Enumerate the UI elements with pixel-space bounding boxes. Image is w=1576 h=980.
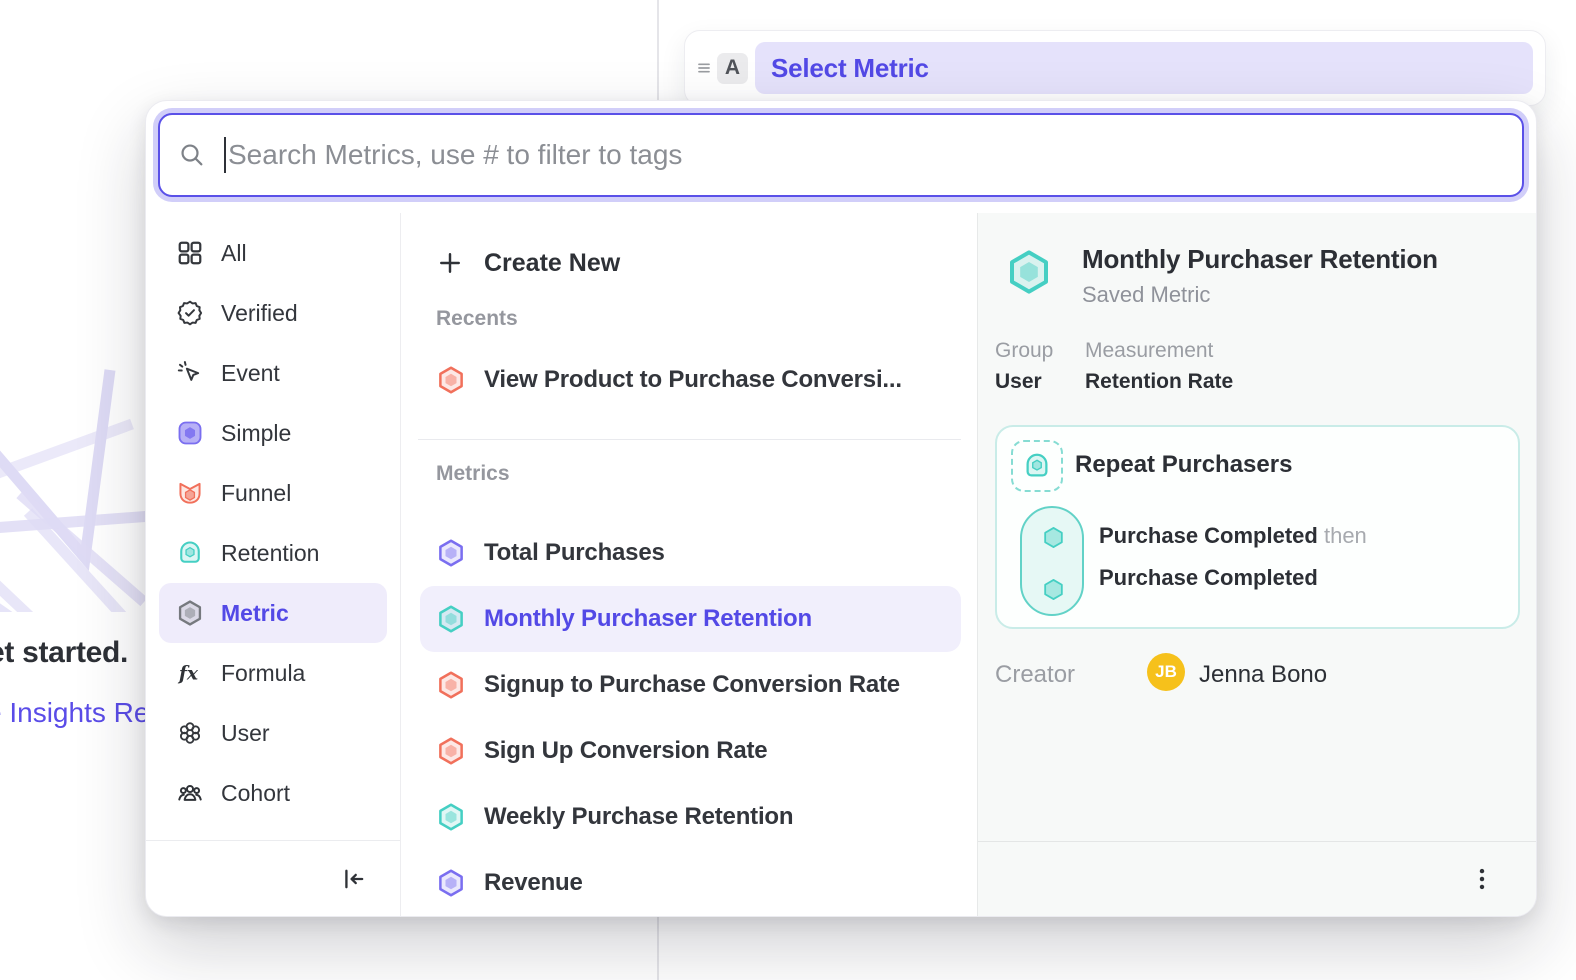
event-cursor-icon [176,359,204,387]
search-input[interactable] [228,139,1504,171]
metric-row-card: A Select Metric [684,30,1546,106]
hexagon-teal-icon [1040,524,1067,551]
plus-icon [436,249,464,277]
step-event-name: Purchase Completed [1099,523,1318,548]
group-label: Group [995,339,1053,363]
list-divider [418,439,961,440]
select-metric-dropdown[interactable]: Select Metric [755,42,1533,94]
detail-subtitle: Saved Metric [1082,282,1210,308]
retention-step-icon-box [1011,440,1063,492]
collapse-left-icon [340,865,368,893]
sidebar-item-label: Event [221,360,280,387]
sidebar-item-label: Retention [221,540,319,567]
sidebar-item-event[interactable]: Event [159,343,387,403]
creator-label: Creator [995,661,1075,689]
hexagon-teal-icon [1040,576,1067,603]
metric-list-item[interactable]: Total Purchases [420,520,961,586]
sidebar-item-label: Formula [221,660,305,687]
group-value: User [995,370,1042,394]
create-new-button[interactable]: Create New [401,239,977,287]
hexagon-coral-icon [436,365,466,395]
sidebar-item-funnel[interactable]: Funnel [159,463,387,523]
row-letter-badge: A [717,53,748,84]
sidebar-item-label: Cohort [221,780,290,807]
recent-item-label: View Product to Purchase Conversi... [484,366,902,394]
sidebar-item-label: Funnel [221,480,291,507]
step-connector: then [1324,523,1367,548]
recents-section-label: Recents [436,307,977,331]
sidebar-item-metric[interactable]: Metric [159,583,387,643]
recent-item[interactable]: View Product to Purchase Conversi... [420,347,961,413]
creator-name: Jenna Bono [1199,661,1327,689]
metric-list-item[interactable]: Signup to Purchase Conversion Rate [420,652,961,718]
hexagon-purple-icon [436,868,466,898]
simple-metric-icon [176,419,204,447]
category-sidebar: All Verified Event Simple Funnel [146,213,401,916]
sidebar-item-label: Simple [221,420,291,447]
text-cursor [224,137,226,173]
sidebar-item-label: Metric [221,600,289,627]
detail-panel-footer [978,841,1536,916]
sidebar-item-all[interactable]: All [159,223,387,283]
drag-handle-icon[interactable] [693,57,715,79]
sidebar-item-cohort[interactable]: Cohort [159,763,387,823]
sidebar-item-label: All [221,240,247,267]
search-bar[interactable] [158,113,1524,197]
metric-list-item[interactable]: Revenue [420,850,961,916]
measurement-label: Measurement [1085,339,1213,363]
kebab-menu-icon [1468,865,1496,893]
sidebar-item-label: User [221,720,270,747]
sidebar-item-retention[interactable]: Retention [159,523,387,583]
sidebar-item-label: Verified [221,300,298,327]
metric-item-label: Monthly Purchaser Retention [484,605,812,633]
verified-badge-icon [176,299,204,327]
metric-detail-panel: Monthly Purchaser Retention Saved Metric… [977,213,1536,916]
sidebar-item-verified[interactable]: Verified [159,283,387,343]
collapse-sidebar-button[interactable] [334,859,374,899]
metrics-section-label: Metrics [436,462,977,486]
grid-icon [176,239,204,267]
metric-hexagon-teal-icon [1005,248,1053,296]
sidebar-item-simple[interactable]: Simple [159,403,387,463]
measurement-value: Retention Rate [1085,370,1233,394]
sidebar-item-formula[interactable]: Formula [159,643,387,703]
funnel-icon [176,479,204,507]
metric-list-item[interactable]: Weekly Purchase Retention [420,784,961,850]
definition-step-1: Purchase Completed then [1099,523,1367,549]
metric-item-label: Sign Up Conversion Rate [484,737,767,765]
metric-picker-modal: All Verified Event Simple Funnel [145,100,1537,917]
user-cluster-icon [176,719,204,747]
hexagon-coral-icon [436,736,466,766]
hexagon-coral-icon [436,670,466,700]
hexagon-purple-icon [436,538,466,568]
metric-list-column: Create New Recents View Product to Purch… [401,213,977,916]
metric-item-label: Total Purchases [484,539,665,567]
cohort-icon [176,779,204,807]
search-icon [178,141,206,169]
definition-step-2: Purchase Completed [1099,565,1318,591]
hexagon-teal-icon [436,802,466,832]
formula-icon [176,659,204,687]
more-options-button[interactable] [1462,859,1502,899]
select-metric-label: Select Metric [771,53,929,84]
metric-hexagon-icon [176,599,204,627]
background-headline-fragment: et started. [0,636,128,670]
sidebar-item-user[interactable]: User [159,703,387,763]
definition-card: Repeat Purchasers Purchase Completed the… [995,425,1520,629]
detail-title: Monthly Purchaser Retention [1082,244,1438,275]
creator-avatar: JB [1147,653,1185,691]
metric-item-label: Weekly Purchase Retention [484,803,793,831]
metric-list-item[interactable]: Sign Up Conversion Rate [420,718,961,784]
metric-item-label: Signup to Purchase Conversion Rate [484,671,900,699]
hexagon-teal-icon [436,604,466,634]
retention-icon [176,539,204,567]
metric-item-label: Revenue [484,869,583,897]
background-link-fragment[interactable]: e Insights Re [0,697,149,729]
create-new-label: Create New [484,249,620,278]
retention-icon [1022,451,1052,481]
definition-card-title: Repeat Purchasers [1075,451,1292,479]
sidebar-footer [146,840,400,916]
event-sequence-capsule [1020,506,1084,616]
metric-list-item-selected[interactable]: Monthly Purchaser Retention [420,586,961,652]
